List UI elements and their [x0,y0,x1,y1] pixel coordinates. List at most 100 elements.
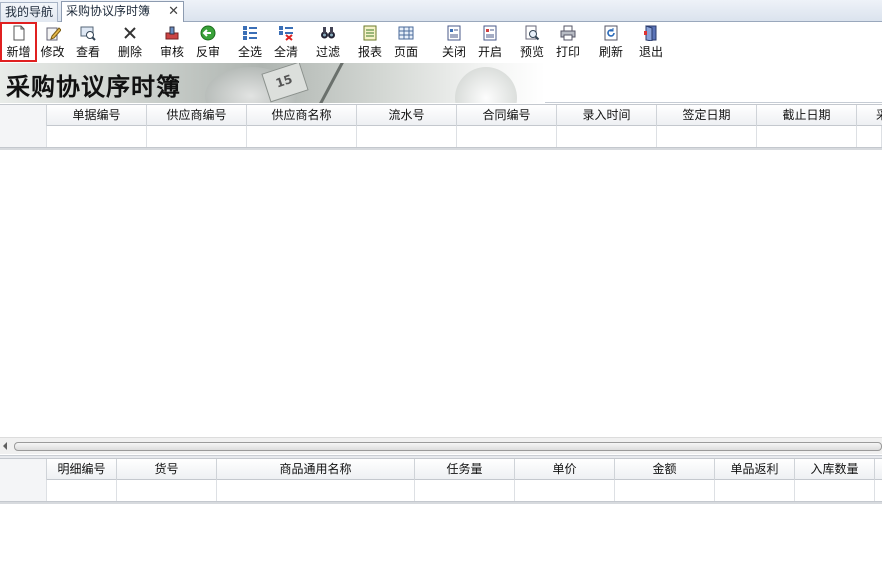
preview-button[interactable]: 预览 [517,23,547,61]
table-row[interactable] [0,126,882,148]
column-header[interactable]: 截止日期 [757,105,857,126]
column-header[interactable]: 入库数量 [795,459,875,480]
filter-button[interactable]: 过滤 [313,23,343,61]
audit-button[interactable]: 审核 [157,23,187,61]
column-header[interactable]: 流水号 [357,105,457,126]
toolbar-separator [151,27,152,57]
tab-my-navigation[interactable]: 我的导航 [0,2,58,22]
row-indicator-header [0,459,47,480]
table-cell[interactable] [657,126,757,147]
table-cell[interactable] [515,480,615,501]
column-header[interactable]: 商品通用名称 [217,459,415,480]
toolbar-separator [350,27,351,57]
table-cell[interactable] [147,126,247,147]
column-header[interactable]: 录入时间 [557,105,657,126]
column-header[interactable]: 单据编号 [47,105,147,126]
column-header[interactable]: 货号 [117,459,217,480]
print-icon [560,25,576,41]
exit-icon [643,25,659,42]
table-cell[interactable] [47,126,147,147]
report-button-label: 报表 [357,45,382,59]
column-header[interactable]: 合同编号 [457,105,557,126]
edit-button[interactable]: 修改 [37,23,68,61]
exit-button-label: 退出 [638,45,663,59]
detail-grid: 明细编号 货号 商品通用名称 任务量 单价 金额 单品返利 入库数量 [0,458,882,504]
column-header[interactable]: 明细编号 [47,459,117,480]
column-header[interactable]: 单品返利 [715,459,795,480]
select-all-button[interactable]: 全选 [235,23,265,61]
delete-button-label: 删除 [117,45,142,59]
table-cell[interactable] [795,480,875,501]
filter-button-label: 过滤 [315,45,340,59]
toolbar-separator [512,27,513,57]
page-button[interactable]: 页面 [391,23,421,61]
refresh-icon [603,25,619,41]
view-button-label: 查看 [75,45,100,59]
tab-label: 采购协议序时簿 [66,4,151,18]
toolbar-overflow: 退出 [630,22,690,62]
table-row[interactable] [0,480,882,502]
horizontal-scrollbar[interactable] [0,437,882,454]
delete-button[interactable]: 删除 [115,23,145,61]
scroll-left-icon[interactable] [3,442,7,450]
table-cell[interactable] [557,126,657,147]
row-indicator[interactable] [0,480,47,501]
toolbar: 新增 修改 查看 删除 审核 反审 全选 全清 过滤 报表 页面 关闭 开启 预… [0,22,633,62]
table-cell[interactable] [415,480,515,501]
print-button[interactable]: 打印 [553,23,583,61]
toolbar-separator [110,27,111,57]
refresh-button[interactable]: 刷新 [596,23,626,61]
select-all-icon [242,25,258,41]
master-grid: 单据编号 供应商编号 供应商名称 流水号 合同编号 录入时间 签定日期 截止日期… [0,104,882,150]
column-header[interactable]: 金额 [615,459,715,480]
table-cell[interactable] [217,480,415,501]
close-doc-button[interactable]: 关闭 [439,23,469,61]
toolbar-separator [432,27,433,57]
toolbar-separator [591,27,592,57]
filter-icon [320,25,336,41]
page-title: 采购协议序时簿 [6,72,181,101]
view-button[interactable]: 查看 [72,23,104,61]
column-header[interactable]: 签定日期 [657,105,757,126]
table-cell[interactable] [247,126,357,147]
unaudit-button-label: 反审 [195,45,220,59]
scrollbar-thumb[interactable] [14,442,882,451]
column-header[interactable]: 单价 [515,459,615,480]
table-cell[interactable] [117,480,217,501]
audit-button-label: 审核 [159,45,184,59]
new-button[interactable]: 新增 [0,22,37,62]
tab-purchase-agreement-journal[interactable]: 采购协议序时簿 ✕ [61,1,184,22]
table-cell[interactable] [715,480,795,501]
table-cell[interactable] [615,480,715,501]
tab-bar: 我的导航 采购协议序时簿 ✕ [0,0,882,22]
delete-icon [122,25,138,41]
unaudit-icon [200,25,216,41]
table-cell[interactable] [47,480,117,501]
master-grid-header: 单据编号 供应商编号 供应商名称 流水号 合同编号 录入时间 签定日期 截止日期… [0,104,882,126]
clear-all-button[interactable]: 全清 [271,23,301,61]
refresh-button-label: 刷新 [598,45,623,59]
page-banner: 15 采购协议序时簿 [0,63,882,103]
exit-button[interactable]: 退出 [636,23,666,61]
table-cell[interactable] [457,126,557,147]
toolbar-separator [308,27,309,57]
column-header[interactable]: 供应商名称 [247,105,357,126]
open-doc-button[interactable]: 开启 [475,23,505,61]
report-button[interactable]: 报表 [355,23,385,61]
preview-button-label: 预览 [519,45,544,59]
new-button-label: 新增 [6,45,31,59]
unaudit-button[interactable]: 反审 [193,23,223,61]
table-cell[interactable] [757,126,857,147]
table-cell[interactable] [857,126,882,147]
column-header[interactable]: 供应商编号 [147,105,247,126]
close-icon[interactable]: ✕ [168,2,179,21]
edit-button-label: 修改 [40,45,65,59]
toolbar-separator [230,27,231,57]
edit-icon [45,25,62,41]
audit-icon [164,25,180,41]
column-header[interactable]: 采 [857,105,882,126]
tab-label: 我的导航 [5,5,54,19]
column-header[interactable]: 任务量 [415,459,515,480]
table-cell[interactable] [357,126,457,147]
row-indicator[interactable] [0,126,47,147]
